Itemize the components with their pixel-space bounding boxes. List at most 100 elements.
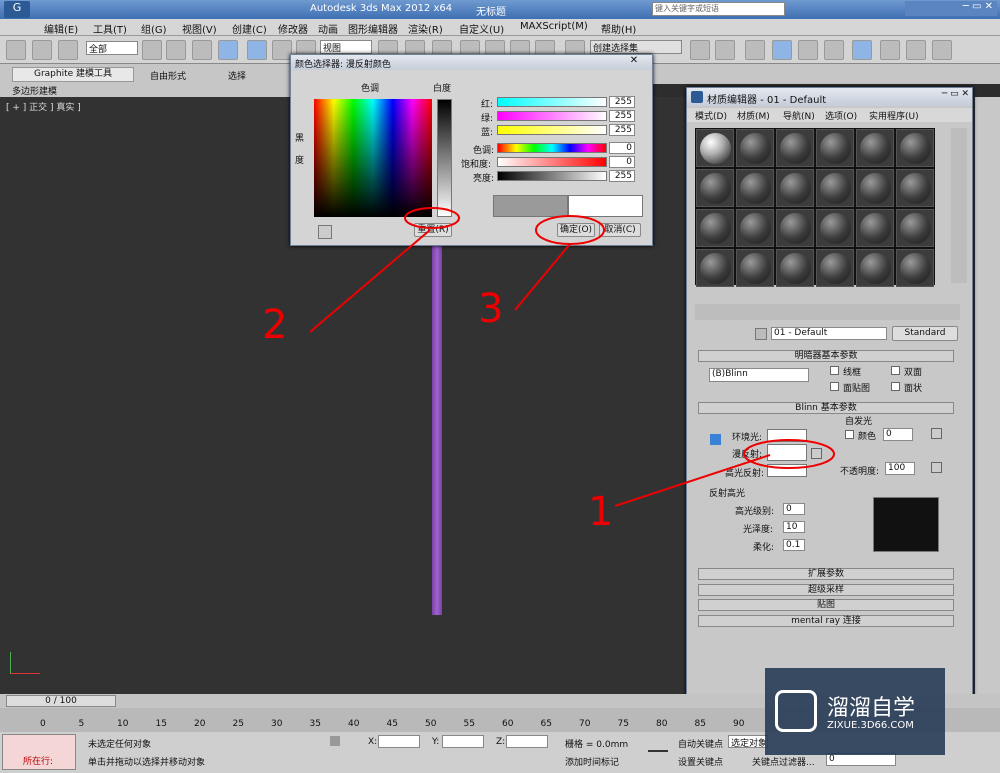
auto-key-label[interactable]: 自动关键点 [678,737,723,750]
sample-slot[interactable] [776,129,814,167]
editor-titlebar[interactable]: 材质编辑器 - 01 - Default ─ ▭ ✕ [687,88,972,106]
material-editor-icon[interactable] [852,40,872,60]
specular-swatch[interactable] [767,464,807,477]
opacity-map-button[interactable] [931,462,942,473]
sample-slot[interactable] [816,169,854,207]
self-illum-map-button[interactable] [931,428,942,439]
sample-slot[interactable] [736,169,774,207]
key-filters-label[interactable]: 关键点过滤器... [752,755,815,768]
sample-slot[interactable] [896,249,934,287]
sat-slider[interactable] [497,157,607,167]
material-type-button[interactable]: Standard [892,326,958,341]
self-illum-color-checkbox[interactable] [845,430,854,439]
layer-manager-icon[interactable] [745,40,765,60]
window-controls[interactable]: ─ ▭ ✕ [905,1,997,16]
ref-coord-dropdown[interactable]: 视图 [320,40,372,54]
tab-freeform[interactable]: 自由形式 [150,69,186,82]
sample-slot[interactable] [856,249,894,287]
schematic-view-icon[interactable] [824,40,844,60]
sample-slot[interactable] [776,209,814,247]
tab-graphite[interactable]: Graphite 建模工具 [12,67,134,82]
spec-level-spinner[interactable]: 0 [783,503,805,515]
mental-ray-rollout[interactable]: mental ray 连接 [698,615,954,627]
unlink-icon[interactable] [32,40,52,60]
viewport-label[interactable]: [ + ] 正交 ] 真实 ] [6,100,81,113]
blue-slider[interactable] [497,125,607,135]
move-icon[interactable] [247,40,267,60]
close-icon[interactable]: ✕ [621,55,647,68]
menu-maxscript[interactable]: MAXScript(M) [520,21,588,32]
render-production-icon[interactable] [932,40,952,60]
whiteness-strip[interactable] [437,99,452,217]
lock-ambient-diffuse-icon[interactable] [710,434,721,445]
menu-customize[interactable]: 自定义(U) [459,21,504,36]
select-by-name-icon[interactable] [166,40,186,60]
sample-slot[interactable] [856,129,894,167]
menu-navigation[interactable]: 导航(N) [783,109,815,122]
val-slider[interactable] [497,171,607,181]
set-key-label[interactable]: 设置关键点 [678,755,723,768]
menu-material[interactable]: 材质(M) [737,109,770,122]
window-crossing-icon[interactable] [218,40,238,60]
sat-value[interactable]: 0 [609,156,635,168]
bind-spacewarp-icon[interactable] [58,40,78,60]
red-slider[interactable] [497,97,607,107]
red-value[interactable]: 255 [609,96,635,108]
sample-slot[interactable] [896,129,934,167]
app-logo-icon[interactable]: G [4,1,30,18]
bottom-tools[interactable] [695,304,960,320]
graphite-toggle-icon[interactable] [772,40,792,60]
shader-dropdown[interactable]: (B)Blinn [709,368,809,382]
sample-slot[interactable] [896,209,934,247]
blue-value[interactable]: 255 [609,124,635,136]
sample-slot[interactable] [856,209,894,247]
mirror-icon[interactable] [690,40,710,60]
soften-spinner[interactable]: 0.1 [783,539,805,551]
editor-window-controls[interactable]: ─ ▭ ✕ [897,89,969,102]
menu-create[interactable]: 创建(C) [232,21,267,36]
cylinder-object[interactable] [432,245,442,615]
hue-saturation-picker[interactable] [314,99,432,217]
opacity-spinner[interactable]: 100 [885,462,915,475]
selection-filter-dropdown[interactable]: 全部 [86,41,138,55]
menu-help[interactable]: 帮助(H) [601,21,636,36]
faceted-checkbox[interactable] [891,382,900,391]
eyedropper-icon[interactable] [318,225,332,239]
select-object-icon[interactable] [142,40,162,60]
diffuse-map-button[interactable] [811,448,822,459]
hue-value[interactable]: 0 [609,142,635,154]
dialog-titlebar[interactable]: 颜色选择器: 漫反射颜色 ✕ [291,55,652,70]
extended-params-rollout[interactable]: 扩展参数 [698,568,954,580]
align-icon[interactable] [715,40,735,60]
selected-dropdown[interactable]: 选定对象 [728,735,768,749]
wire-checkbox[interactable] [830,366,839,375]
link-icon[interactable] [6,40,26,60]
sample-slot[interactable] [696,169,734,207]
sample-slot[interactable] [736,209,774,247]
ok-button[interactable]: 确定(O) [557,223,595,237]
cancel-button[interactable]: 取消(C) [599,223,641,237]
sample-slot[interactable] [696,129,734,167]
y-field[interactable] [442,735,484,748]
self-illum-spinner[interactable]: 0 [883,428,913,441]
menu-utilities[interactable]: 实用程序(U) [869,109,919,122]
two-sided-checkbox[interactable] [891,366,900,375]
supersampling-rollout[interactable]: 超级采样 [698,584,954,596]
key-icon[interactable] [648,742,668,752]
menu-modifiers[interactable]: 修改器 [278,21,308,36]
sample-slot[interactable] [696,249,734,287]
sample-slot[interactable] [896,169,934,207]
sample-slot[interactable] [776,169,814,207]
rotate-icon[interactable] [272,40,292,60]
sample-slot[interactable] [856,169,894,207]
render-setup-icon[interactable] [880,40,900,60]
z-field[interactable] [506,735,548,748]
menu-graph-editors[interactable]: 图形编辑器 [348,21,398,36]
pick-material-icon[interactable] [755,328,767,340]
shader-rollout-header[interactable]: 明暗器基本参数 [698,350,954,362]
curve-editor-icon[interactable] [798,40,818,60]
x-field[interactable] [378,735,420,748]
val-value[interactable]: 255 [609,170,635,182]
rendered-frame-icon[interactable] [906,40,926,60]
menu-tools[interactable]: 工具(T) [93,21,127,36]
